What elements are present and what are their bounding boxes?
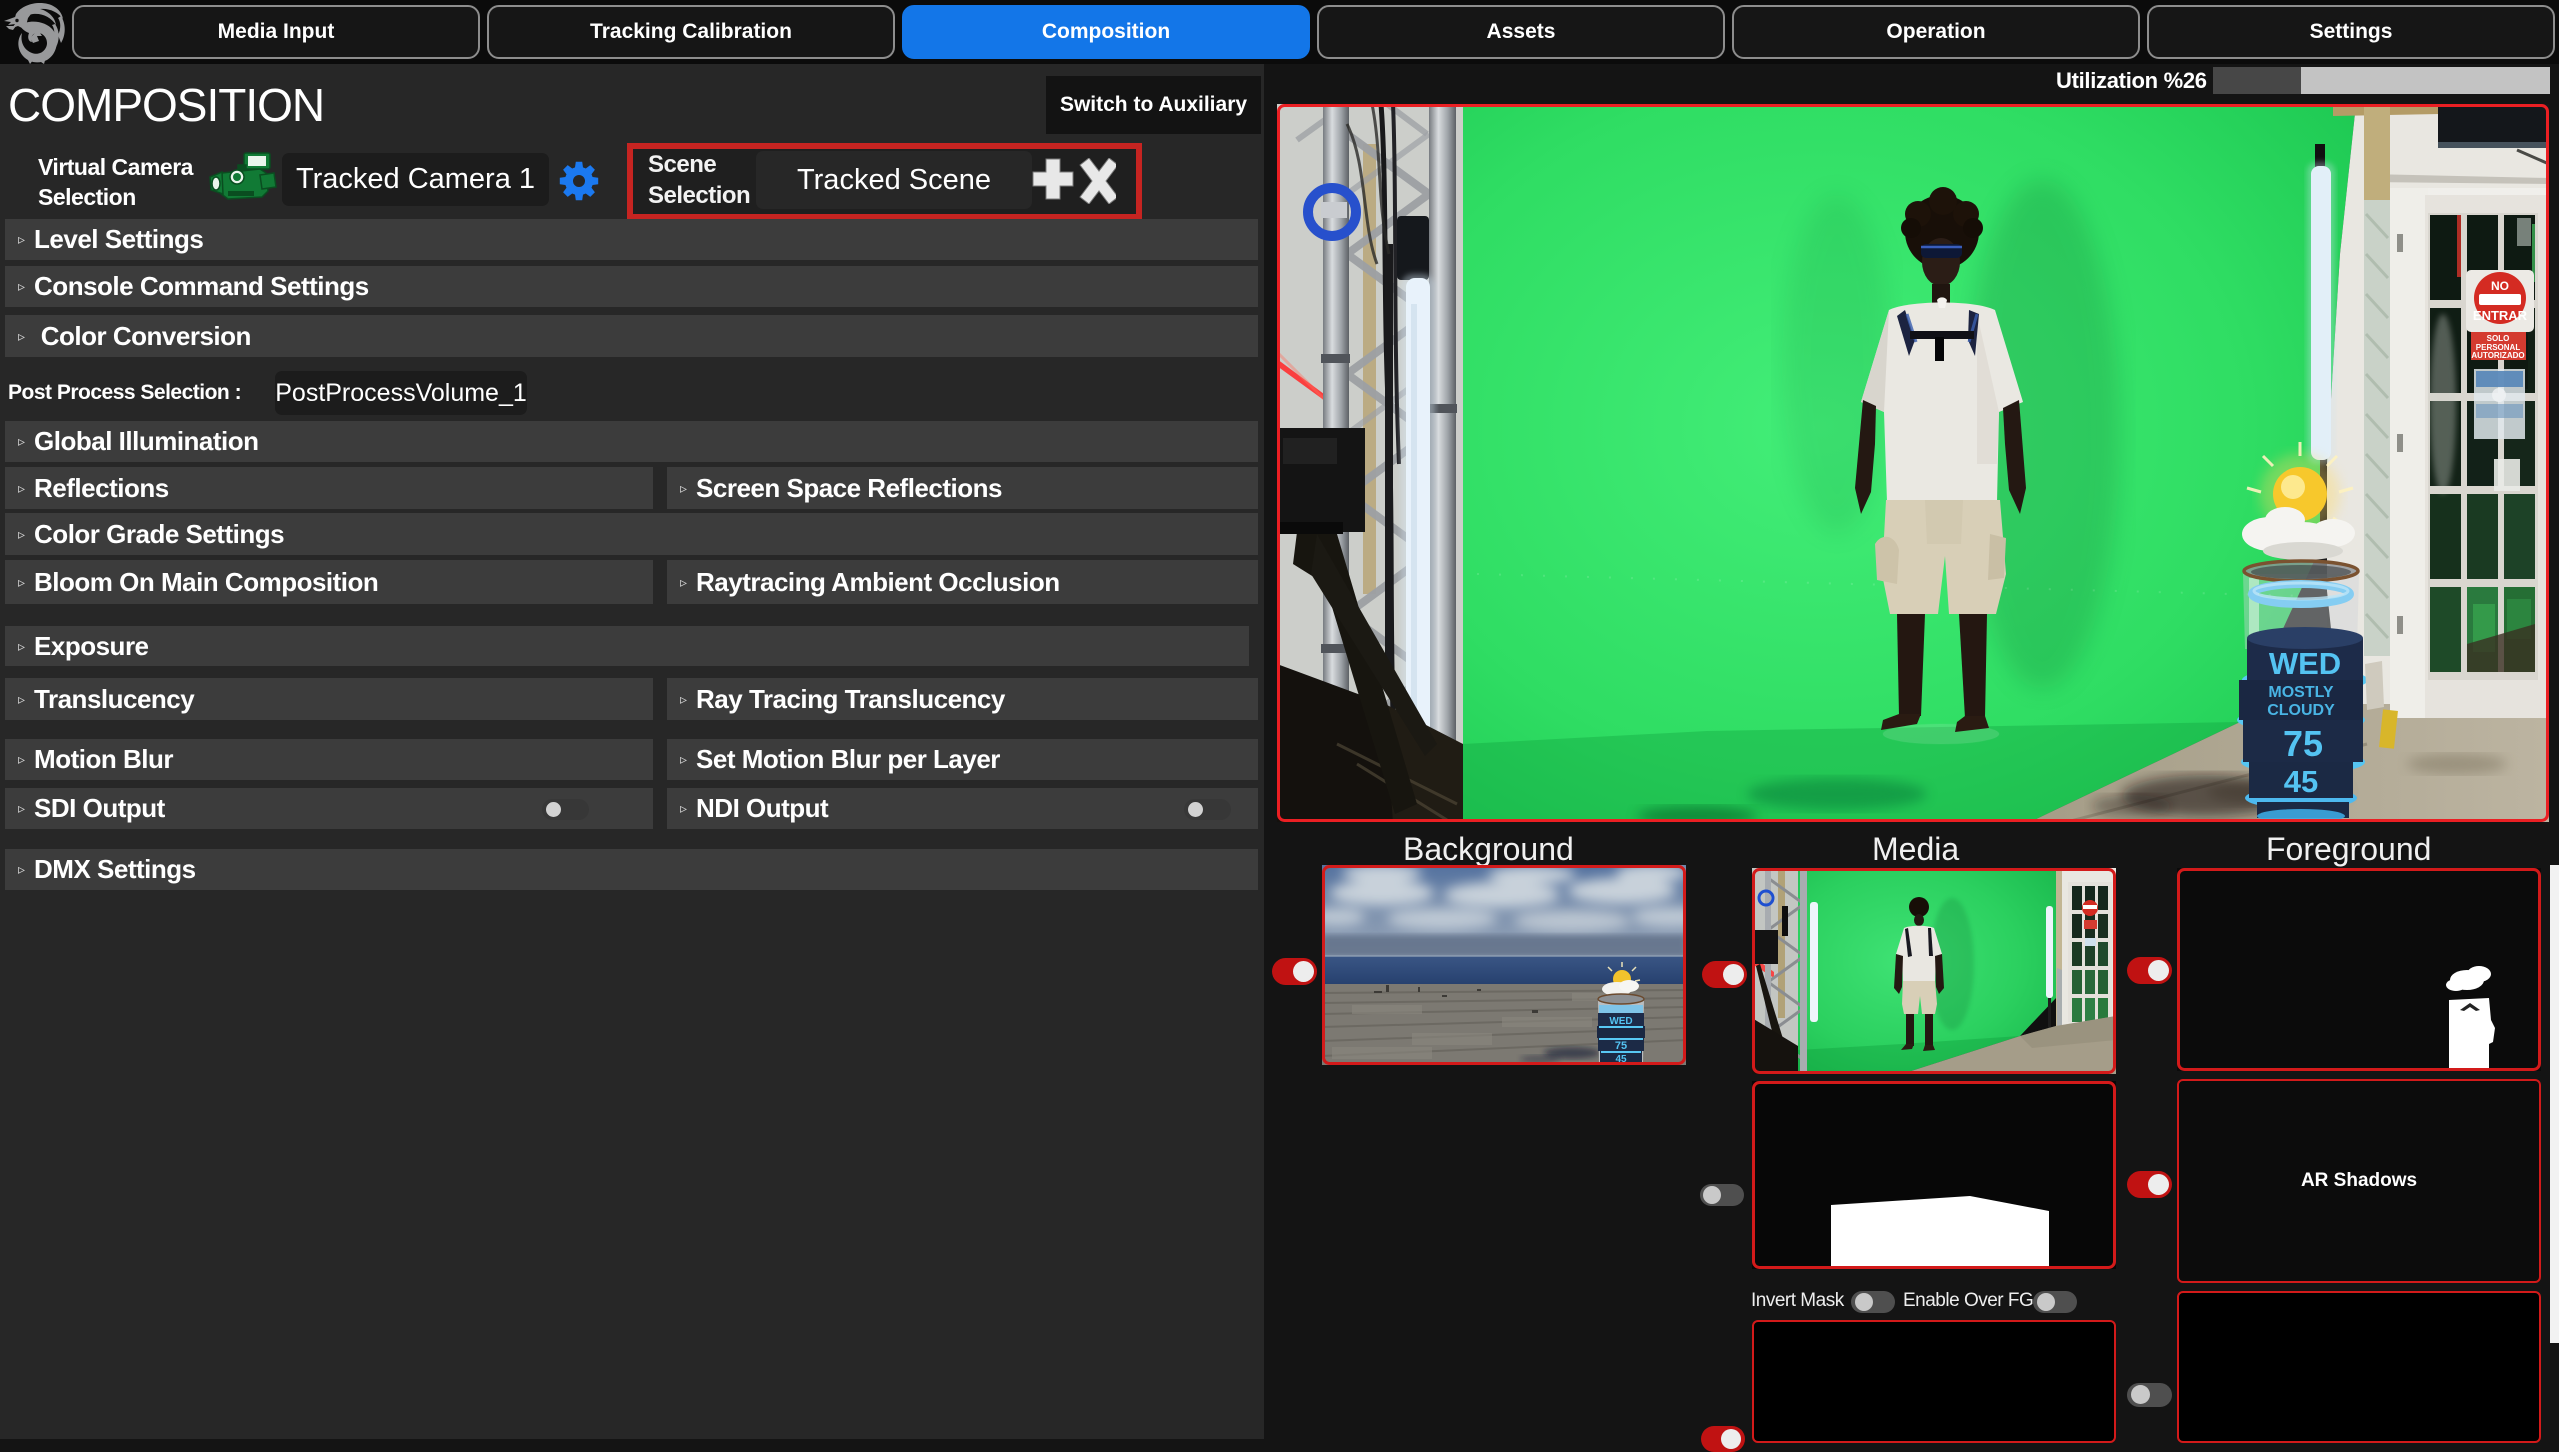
svg-text:MOSTLY: MOSTLY: [2268, 684, 2334, 701]
svg-text:AUTORIZADO: AUTORIZADO: [2471, 351, 2524, 360]
svg-text:NO: NO: [2491, 279, 2509, 293]
svg-text:WED: WED: [2269, 646, 2341, 681]
svg-text:75: 75: [2283, 723, 2323, 764]
svg-text:CLOUDY: CLOUDY: [2267, 702, 2335, 719]
svg-text:75: 75: [1615, 1040, 1627, 1052]
svg-text:45: 45: [2284, 764, 2318, 799]
svg-text:WED: WED: [1609, 1016, 1632, 1027]
svg-text:ENTRAR: ENTRAR: [2473, 308, 2528, 323]
svg-text:SOLO: SOLO: [2487, 334, 2510, 343]
